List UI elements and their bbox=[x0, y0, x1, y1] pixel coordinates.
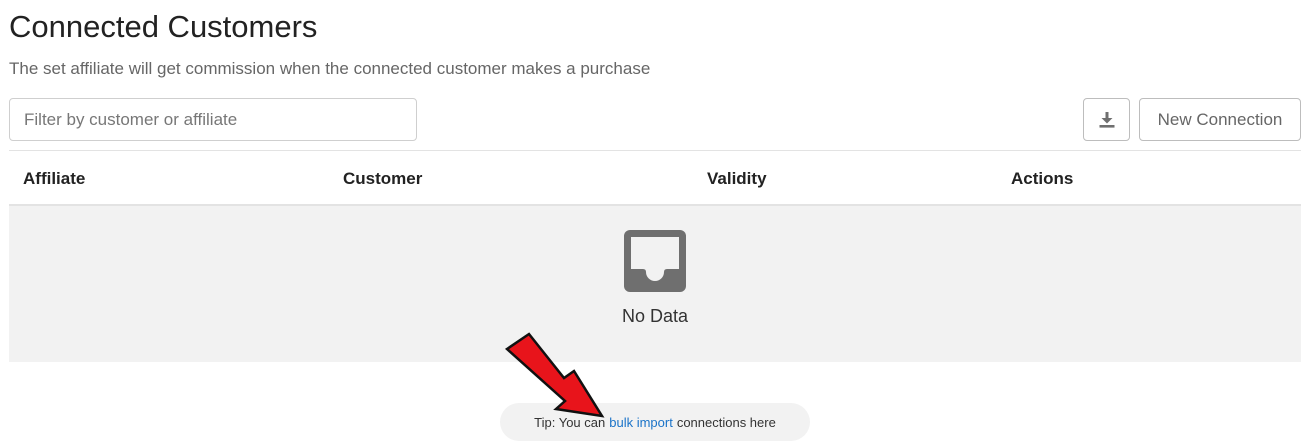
column-header-actions: Actions bbox=[1011, 169, 1074, 188]
inbox-icon bbox=[624, 230, 686, 292]
column-header-customer: Customer bbox=[343, 169, 423, 188]
column-header-affiliate: Affiliate bbox=[23, 169, 86, 188]
page-title: Connected Customers bbox=[9, 9, 318, 44]
download-icon bbox=[1099, 111, 1114, 128]
connections-table: Affiliate Customer Validity Actions No D… bbox=[9, 150, 1301, 362]
empty-state: No Data bbox=[9, 206, 1301, 362]
new-connection-button[interactable]: New Connection bbox=[1139, 98, 1301, 141]
empty-state-text: No Data bbox=[621, 306, 689, 326]
column-header-validity: Validity bbox=[707, 169, 767, 188]
export-button[interactable] bbox=[1083, 98, 1130, 141]
connected-customers-page: Connected Customers The set affiliate wi… bbox=[0, 0, 1308, 443]
table-header: Affiliate Customer Validity Actions bbox=[9, 150, 1301, 206]
page-subtitle: The set affiliate will get commission wh… bbox=[9, 59, 651, 78]
filter-input[interactable] bbox=[9, 98, 417, 141]
tip-suffix: connections here bbox=[676, 414, 776, 430]
red-arrow-icon bbox=[504, 332, 605, 418]
bulk-import-link[interactable]: bulk import bbox=[609, 415, 673, 430]
